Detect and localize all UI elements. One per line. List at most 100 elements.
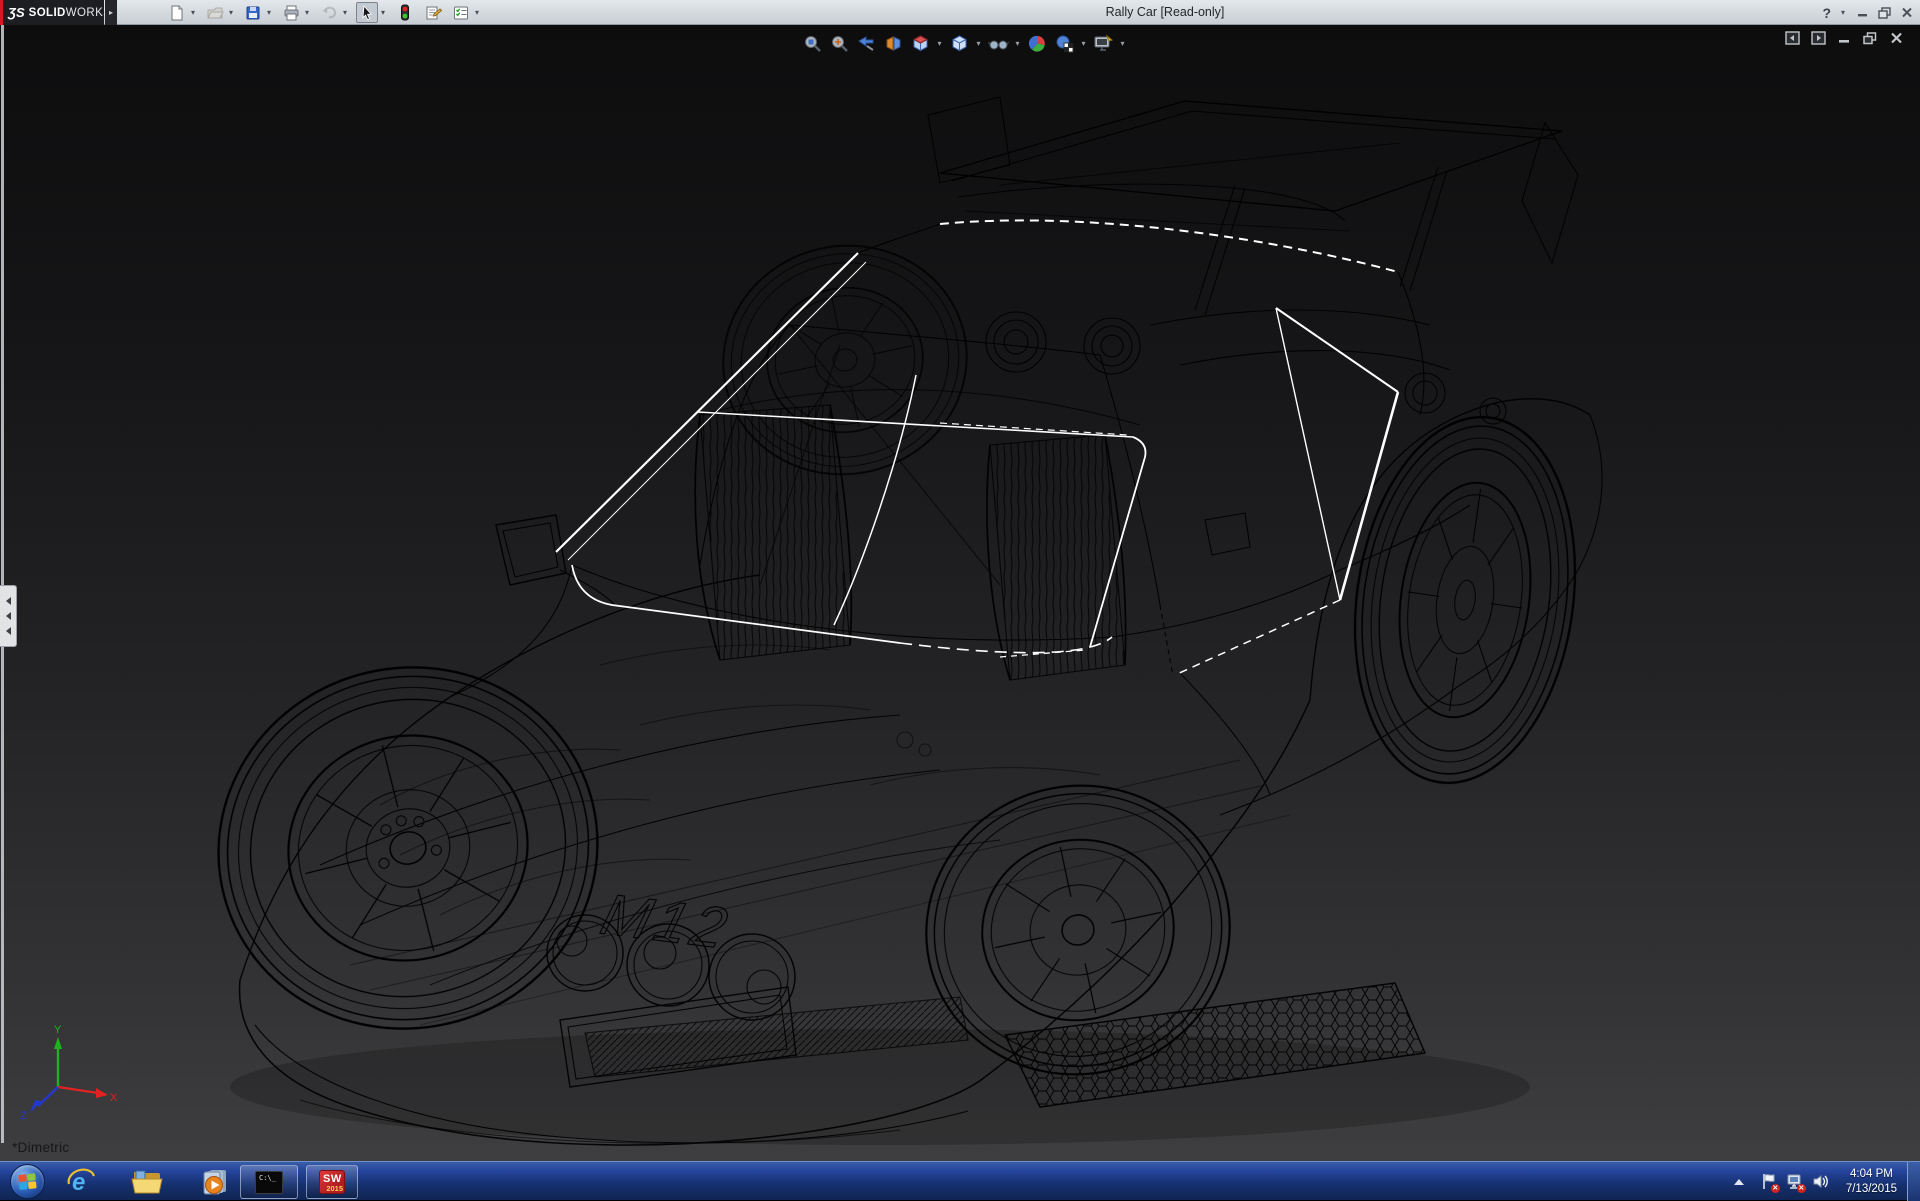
undo-dropdown[interactable]: ▾	[340, 8, 350, 17]
viewport-canvas[interactable]: M12	[0, 25, 1920, 1161]
taskbar-clock[interactable]: 4:04 PM 7/13/2015	[1846, 1167, 1897, 1197]
zoom-to-fit-button[interactable]	[800, 31, 824, 55]
options-icon	[453, 5, 470, 21]
apply-scene-button[interactable]	[1052, 31, 1076, 55]
taskbar-media-player[interactable]	[196, 1166, 234, 1198]
undo-button[interactable]	[318, 2, 340, 23]
cursor-arrow-icon	[360, 5, 375, 21]
doc-restore-icon	[1863, 32, 1877, 45]
network-status-icon[interactable]: ✕	[1786, 1173, 1804, 1191]
expand-pane-right-button[interactable]	[1810, 31, 1826, 45]
command-prompt-icon: C:\_	[255, 1171, 283, 1194]
cmd-label: C:\_	[259, 1174, 276, 1182]
doc-close-icon	[1890, 32, 1903, 44]
display-style-icon	[950, 34, 969, 53]
show-hidden-icons-button[interactable]	[1734, 1179, 1744, 1185]
pane-right-icon	[1811, 31, 1826, 45]
new-document-icon	[169, 5, 185, 21]
view-orientation-button[interactable]	[908, 31, 932, 55]
hide-show-dropdown[interactable]: ▾	[1013, 39, 1022, 48]
save-dropdown[interactable]: ▾	[264, 8, 274, 17]
edit-appearance-button[interactable]	[1025, 31, 1049, 55]
network-disconnected-badge: ✕	[1797, 1184, 1806, 1193]
windows-taskbar: e C:\_ SW 2015	[0, 1161, 1920, 1200]
eyeglasses-icon	[988, 34, 1009, 53]
dassault-logo-icon: ƷS	[8, 5, 25, 20]
restore-icon	[1878, 7, 1891, 19]
undo-icon	[321, 5, 338, 21]
print-dropdown[interactable]: ▾	[302, 8, 312, 17]
rebuild-traffic-light-icon	[399, 4, 411, 21]
taskbar-command-prompt[interactable]: C:\_	[240, 1165, 298, 1199]
sw-year: 2015	[326, 1184, 343, 1193]
apply-scene-dropdown[interactable]: ▾	[1079, 39, 1088, 48]
restore-button[interactable]	[1877, 6, 1892, 19]
feature-manager-collapsed-strip[interactable]	[1, 25, 4, 1143]
open-button[interactable]	[204, 2, 226, 23]
doc-minimize-icon	[1838, 32, 1851, 44]
options-button[interactable]	[450, 2, 472, 23]
new-document-button[interactable]	[166, 2, 188, 23]
media-player-icon	[200, 1167, 230, 1197]
save-button[interactable]	[242, 2, 264, 23]
pane-left-icon	[1785, 31, 1800, 45]
view-orientation-dropdown[interactable]: ▾	[935, 39, 944, 48]
open-folder-icon	[207, 5, 224, 21]
help-dropdown[interactable]: ▾	[1838, 8, 1848, 17]
select-tool-button[interactable]	[356, 2, 378, 23]
minimize-icon	[1857, 8, 1869, 18]
view-settings-dropdown[interactable]: ▾	[1118, 39, 1127, 48]
zoom-to-fit-icon	[803, 34, 822, 53]
zoom-to-area-button[interactable]	[827, 31, 851, 55]
rebuild-button[interactable]	[394, 2, 416, 23]
taskbar-internet-explorer[interactable]: e	[62, 1166, 100, 1198]
options-dropdown[interactable]: ▾	[472, 8, 482, 17]
view-settings-button[interactable]	[1091, 31, 1115, 55]
document-window-controls	[1784, 31, 1904, 45]
graphics-viewport[interactable]: M12	[0, 25, 1920, 1161]
solidworks-2015-icon: SW 2015	[319, 1170, 345, 1194]
display-style-dropdown[interactable]: ▾	[974, 39, 983, 48]
action-center-alert-badge: ✕	[1771, 1184, 1780, 1193]
close-button[interactable]	[1899, 6, 1914, 19]
system-tray: ✕ ✕ 4:04 PM 7/13/2015	[1734, 1162, 1920, 1201]
feature-manager-expand-tab[interactable]	[0, 585, 17, 647]
view-orientation-label: *Dimetric	[12, 1140, 69, 1155]
print-icon	[283, 5, 300, 21]
doc-close-button[interactable]	[1888, 31, 1904, 45]
brand-name-bold: SOLID	[29, 7, 66, 19]
view-settings-icon	[1093, 34, 1113, 53]
window-title: Rally Car [Read-only]	[1020, 0, 1310, 25]
start-button[interactable]	[10, 1164, 45, 1199]
standard-toolbar: ▾ ▾ ▾ ▾ ▾	[166, 2, 482, 23]
heads-up-view-toolbar: ▾ ▾ ▾	[800, 30, 1127, 56]
collapse-pane-left-button[interactable]	[1784, 31, 1800, 45]
folder-icon	[131, 1168, 163, 1196]
show-desktop-button[interactable]	[1907, 1162, 1920, 1201]
previous-view-button[interactable]	[854, 31, 878, 55]
menu-bar: ƷS SOLIDWORKS ▸ ▾ ▾ ▾	[0, 0, 1920, 25]
display-style-button[interactable]	[947, 31, 971, 55]
save-floppy-icon	[245, 5, 261, 21]
previous-view-icon	[857, 34, 876, 53]
minimize-button[interactable]	[1855, 6, 1870, 19]
new-dropdown[interactable]: ▾	[188, 8, 198, 17]
help-button[interactable]: ?	[1822, 5, 1831, 21]
open-dropdown[interactable]: ▾	[226, 8, 236, 17]
zoom-to-area-icon	[830, 34, 849, 53]
doc-restore-button[interactable]	[1862, 31, 1878, 45]
section-view-button[interactable]	[881, 31, 905, 55]
volume-icon[interactable]	[1812, 1173, 1830, 1191]
print-button[interactable]	[280, 2, 302, 23]
select-dropdown[interactable]: ▾	[378, 8, 388, 17]
taskbar-solidworks-2015[interactable]: SW 2015	[306, 1165, 358, 1199]
action-center-flag-icon[interactable]: ✕	[1760, 1173, 1778, 1191]
triad-y-label: Y	[54, 1024, 62, 1036]
menu-expand-button[interactable]: ▸	[105, 0, 117, 25]
triad-x-label: X	[110, 1092, 118, 1104]
hide-show-items-button[interactable]	[986, 31, 1010, 55]
file-properties-button[interactable]	[422, 2, 444, 23]
doc-minimize-button[interactable]	[1836, 31, 1852, 45]
appearance-sphere-icon	[1028, 34, 1047, 53]
taskbar-windows-explorer[interactable]	[128, 1166, 166, 1198]
